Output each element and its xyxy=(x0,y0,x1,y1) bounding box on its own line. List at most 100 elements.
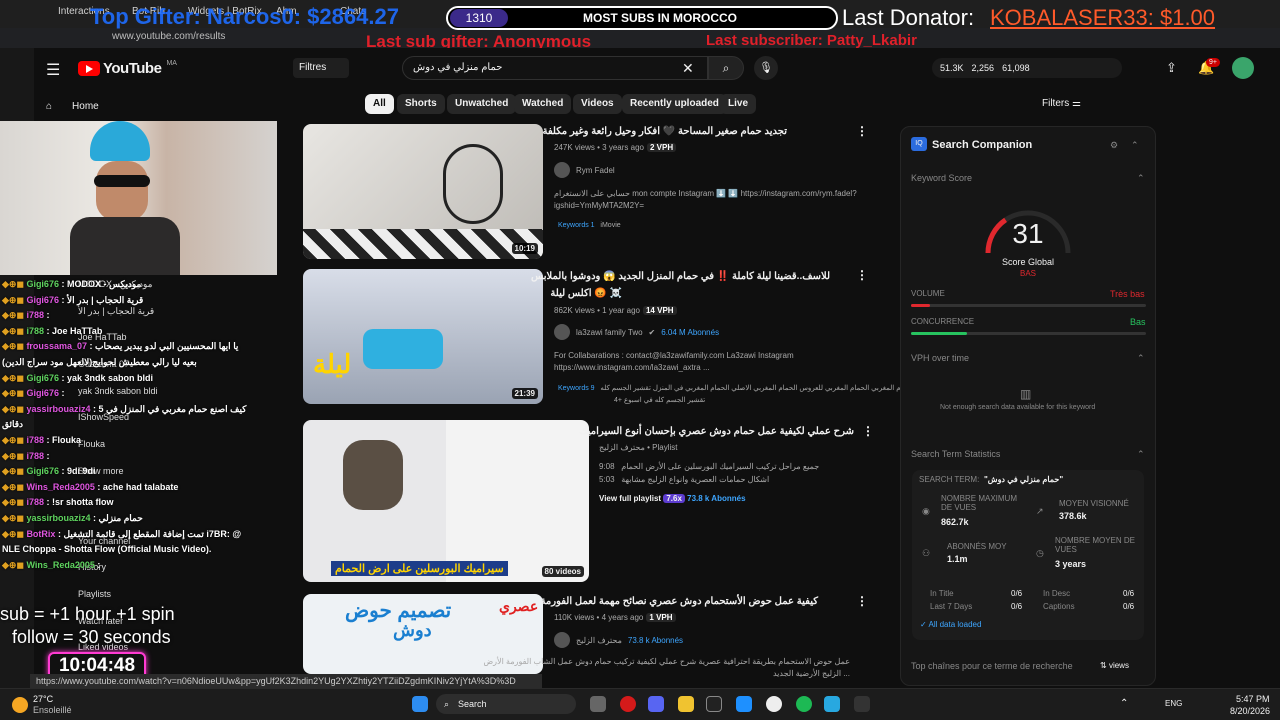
playlist-item[interactable]: 9:08 جميع مراحل تركيب السيراميك البورسلي… xyxy=(599,462,819,471)
task-view-icon[interactable] xyxy=(590,696,606,712)
video-thumbnail[interactable]: 10:19 xyxy=(303,124,543,259)
volume-label: VOLUME xyxy=(911,289,945,298)
app-icon[interactable] xyxy=(706,696,722,712)
app-icon[interactable] xyxy=(854,696,870,712)
more-options-icon[interactable]: ⋮ xyxy=(856,268,868,282)
collapse-icon[interactable]: ⌃ xyxy=(1137,449,1145,460)
playlist-item[interactable]: 5:03 اشكال حمامات العصرية وانواع الزليج … xyxy=(599,475,769,484)
more-options-icon[interactable]: ⋮ xyxy=(856,594,868,608)
spotify-icon[interactable] xyxy=(796,696,812,712)
tray-chevron-icon[interactable]: ⌃ xyxy=(1120,698,1128,709)
chat-text: ache had talabate xyxy=(102,481,179,492)
channel-avatar xyxy=(554,162,570,178)
playlist-subs: 73.8 k Abonnés xyxy=(687,494,746,503)
view-playlist-link[interactable]: View full playlist 7.6x 73.8 k Abonnés xyxy=(599,494,746,503)
chat-separator: : xyxy=(58,279,67,289)
video-title[interactable]: كيفية عمل حوض الأستحمام دوش عصري نصائح م… xyxy=(541,596,818,607)
score-label: Score Global xyxy=(1002,257,1055,267)
chat-text: yak 3ndk sabon bldi xyxy=(66,372,153,383)
subathon-line: sub = +1 hour +1 spin xyxy=(0,604,175,624)
chip-recently-uploaded[interactable]: Recently uploaded xyxy=(622,94,727,114)
search-term-label: SEARCH TERM: xyxy=(919,475,980,484)
obs-icon[interactable] xyxy=(766,696,782,712)
clock-time[interactable]: 5:47 PM xyxy=(1236,694,1270,704)
playlist-title[interactable]: شرح عملي لكيفية عمل حمام دوش عصري بإحسان… xyxy=(579,426,854,437)
vph-title: VPH over time xyxy=(911,353,970,363)
chat-text: قرية الحجاب | بدر الأ xyxy=(66,294,144,305)
chat-message: ◆⊕◼ Wins_Reda2005 : ache had talabate xyxy=(2,482,178,493)
collapse-icon[interactable]: ⌃ xyxy=(1137,353,1145,364)
users-icon: ⚇ xyxy=(922,548,931,558)
chat-username: Wins_Reda2005 xyxy=(26,481,95,492)
more-options-icon[interactable]: ⋮ xyxy=(856,124,868,138)
language-indicator[interactable]: ENG xyxy=(1165,699,1182,708)
search-query: حمام منزلي في دوش xyxy=(413,62,503,73)
search-input[interactable]: حمام منزلي في دوش xyxy=(402,56,708,80)
menu-icon[interactable]: ☰ xyxy=(46,60,60,80)
collapse-icon[interactable]: ⌃ xyxy=(1137,173,1145,184)
chat-badges-icon: ◆⊕◼ xyxy=(2,497,27,508)
video-title[interactable]: للاسف..قضينا ليلة كاملة ‼️ في حمام المنز… xyxy=(531,271,830,282)
video-title[interactable]: تجديد حمام صغير المساحة 🖤 افكار وحيل رائ… xyxy=(543,126,787,137)
chat-text: بعيه ليا رالي معطيش لحوايج(لالعهل مود سر… xyxy=(2,357,197,367)
last-donator-label: Last Donator: xyxy=(842,5,975,30)
video-age: 4 years ago xyxy=(601,613,644,622)
webcam-body xyxy=(70,217,180,275)
chat-separator: : xyxy=(58,372,67,383)
collapse-icon[interactable]: ⌃ xyxy=(1131,140,1139,151)
opera-icon[interactable] xyxy=(620,696,636,712)
youtube-logo[interactable]: YouTube MA xyxy=(78,60,177,77)
windows-start-icon[interactable] xyxy=(412,696,428,712)
clock-date[interactable]: 8/20/2026 xyxy=(1230,706,1270,716)
app-icon[interactable] xyxy=(824,696,840,712)
vph-badge: 14 VPH xyxy=(642,306,677,315)
filters-button[interactable]: Filters ⚌ xyxy=(1042,98,1081,109)
chip-all[interactable]: All xyxy=(365,94,394,114)
voice-search-button[interactable]: 🎙 xyxy=(754,56,778,80)
sliders-icon: ⚌ xyxy=(1072,98,1081,109)
chat-message: ◆⊕◼ BotRix : تمت إضافة المقطع إلى قائمة … xyxy=(2,529,241,540)
video-age: 1 year ago xyxy=(602,306,640,315)
views-sort[interactable]: ⇅ views xyxy=(1100,661,1129,670)
last7-value: 0/6 xyxy=(1011,602,1023,611)
in-title-value: 0/6 xyxy=(1011,589,1023,598)
chat-username: Gigi676 xyxy=(26,388,59,399)
chip-videos[interactable]: Videos xyxy=(573,94,622,114)
verified-icon: ✔ xyxy=(648,327,656,337)
max-views: 862.7k xyxy=(941,517,969,527)
chip-shorts[interactable]: Shorts xyxy=(397,94,445,114)
avatar[interactable] xyxy=(1232,57,1254,79)
search-button[interactable]: ⌕ xyxy=(708,56,744,80)
chip-watched[interactable]: Watched xyxy=(514,94,572,114)
video-thumbnail[interactable]: ليلة 21:39 xyxy=(303,269,543,404)
edge-icon[interactable] xyxy=(736,696,752,712)
stat-value: 51.3K xyxy=(940,63,964,73)
discord-icon[interactable] xyxy=(648,696,664,712)
video-views: 247K views xyxy=(554,143,595,152)
url-field[interactable]: www.youtube.com/results xyxy=(112,31,225,42)
weather-temp[interactable]: 27°C xyxy=(33,694,53,704)
settings-icon[interactable]: ⚙ xyxy=(1110,140,1118,151)
chip-unwatched[interactable]: Unwatched xyxy=(447,94,517,114)
chip-live[interactable]: Live xyxy=(720,94,757,114)
in-desc-value: 0/6 xyxy=(1123,589,1135,598)
channel-avatar xyxy=(554,632,570,648)
video-channel[interactable]: محترف الزليج 73.8 k Abonnés xyxy=(554,632,683,648)
more-options-icon[interactable]: ⋮ xyxy=(862,424,874,438)
video-meta: 862K views • 1 year ago 14 VPH xyxy=(554,306,677,315)
filtres-button[interactable]: Filtres xyxy=(293,58,349,78)
chat-text: MODOX - موديكس xyxy=(66,279,142,289)
video-channel[interactable]: Rym Fadel xyxy=(554,162,615,178)
vph-badge: 2 VPH xyxy=(646,143,677,152)
folder-icon[interactable] xyxy=(678,696,694,712)
chat-username: froussama_07 xyxy=(26,341,87,352)
video-channel[interactable]: la3zawi family Two ✔ 6.04 M Abonnés xyxy=(554,324,719,340)
upload-icon[interactable]: ⇪ xyxy=(1166,60,1177,76)
thumb-text: دوش xyxy=(393,620,432,640)
playlist-count: 80 videos xyxy=(541,566,584,577)
chat-separator: : xyxy=(94,481,103,492)
sidebar-item-home[interactable]: ⌂ Home xyxy=(46,101,99,112)
playlist-thumbnail[interactable]: سيراميك البورسلين على ارض الحمام 80 vide… xyxy=(303,420,589,582)
clear-search-icon[interactable]: ✕ xyxy=(682,60,694,77)
taskbar-search[interactable]: ⌕ Search xyxy=(436,694,576,714)
